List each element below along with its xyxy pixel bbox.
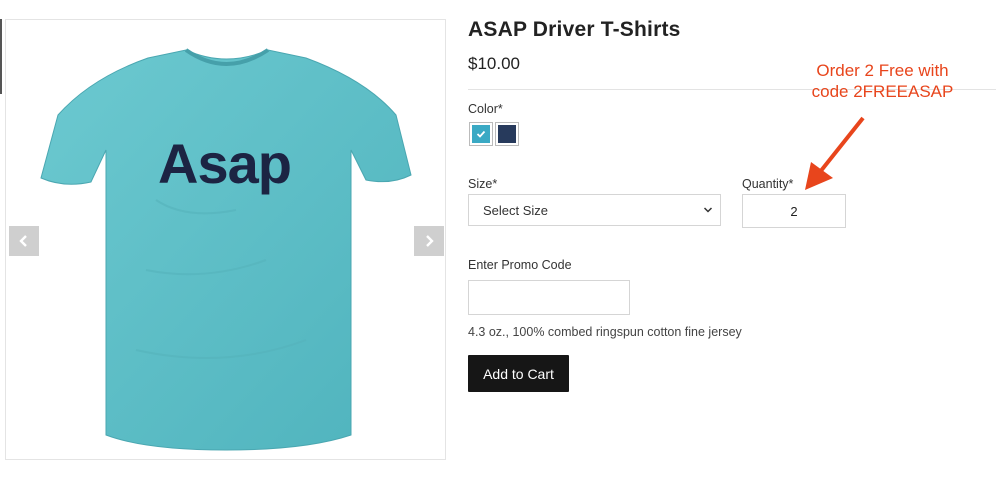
annotation-line-2: code 2FREEASAP <box>811 82 954 101</box>
shirt-logo: Asap <box>158 132 291 195</box>
product-price: $10.00 <box>468 54 520 73</box>
arrow-annotation-icon <box>805 116 865 190</box>
annotation-line-1: Order 2 Free with <box>816 61 949 80</box>
promo-code-input[interactable] <box>468 280 630 315</box>
color-label: Color* <box>468 102 503 116</box>
quantity-input[interactable] <box>742 194 846 228</box>
gallery-next-button[interactable] <box>414 226 444 256</box>
add-to-cart-button[interactable]: Add to Cart <box>468 355 569 392</box>
product-image-gallery: Asap <box>5 19 446 460</box>
color-swatch-navy[interactable] <box>495 122 519 146</box>
size-select[interactable]: Select Size <box>468 194 721 226</box>
chevron-down-icon <box>703 207 713 213</box>
promo-annotation: Order 2 Free with code 2FREEASAP <box>790 60 975 102</box>
color-swatch-teal[interactable] <box>469 122 493 146</box>
gallery-prev-button[interactable] <box>9 226 39 256</box>
chevron-right-icon <box>426 235 434 247</box>
chevron-left-icon <box>19 235 27 247</box>
tshirt-image: Asap <box>40 48 412 451</box>
check-icon <box>476 130 486 138</box>
page-edge-bar <box>0 19 2 94</box>
size-label: Size* <box>468 177 498 191</box>
product-title: ASAP Driver T-Shirts <box>468 18 681 41</box>
quantity-label: Quantity* <box>742 177 794 191</box>
product-description: 4.3 oz., 100% combed ringspun cotton fin… <box>468 325 742 339</box>
promo-code-label: Enter Promo Code <box>468 258 572 272</box>
size-select-value: Select Size <box>483 202 549 218</box>
